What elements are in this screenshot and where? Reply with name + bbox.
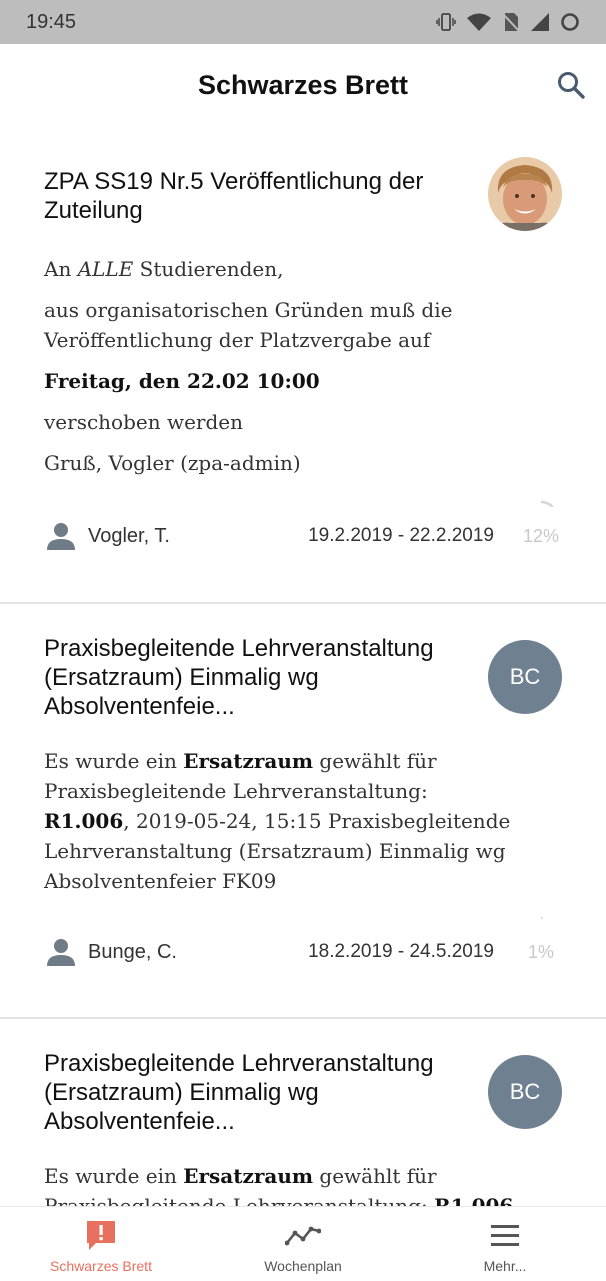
bulletin-feed[interactable]: ZPA SS19 Nr.5 Veröffentlichung der Zutei… (0, 132, 606, 1206)
body-text: Es wurde ein (44, 1164, 184, 1188)
person-icon (47, 939, 75, 966)
post-paragraph: Es wurde ein Ersatzraum gewählt für Prax… (44, 1161, 514, 1206)
status-time: 19:45 (26, 10, 77, 33)
post-paragraph: Freitag, den 22.02 10:00 (44, 366, 514, 396)
nav-item-wochenplan[interactable]: Wochenplan (202, 1207, 404, 1281)
body-text: Es wurde ein (44, 749, 184, 773)
status-bar: 19:45 (0, 0, 606, 44)
app-bar: Schwarzes Brett (0, 44, 606, 132)
nav-label: Wochenplan (264, 1258, 342, 1274)
post-meta: Bunge, C. 18.2.2019 - 24.5.2019 1% (44, 916, 562, 972)
wifi-icon (467, 13, 491, 31)
progress-label: 12% (522, 526, 560, 546)
body-bold: R1.006 (44, 809, 124, 833)
menu-icon (491, 1225, 519, 1246)
post-card[interactable]: Praxisbegleitende Lehrveranstaltung (Ers… (0, 604, 606, 1019)
post-paragraph: Gruß, Vogler (zpa-admin) (44, 451, 301, 475)
body-bold: Ersatzraum (183, 1164, 314, 1188)
body-text: Studierenden, (133, 257, 284, 281)
avatar: BC (488, 1055, 562, 1129)
post-card[interactable]: Praxisbegleitende Lehrveranstaltung (Ers… (0, 1019, 606, 1206)
author-name: Bunge, C. (88, 940, 177, 963)
avatar (488, 157, 562, 231)
post-paragraph: An ALLE Studierenden, (44, 254, 514, 284)
post-body: Es wurde ein Ersatzraum gewählt für Prax… (44, 1161, 514, 1206)
body-text: An (44, 257, 78, 281)
nav-label: Schwarzes Brett (50, 1258, 152, 1274)
body-bold: Freitag, den 22.02 10:00 (44, 369, 320, 393)
alert-message-icon (87, 1221, 115, 1250)
page-title: Schwarzes Brett (197, 70, 409, 100)
post-meta: Vogler, T. 19.2.2019 - 22.2.2019 12% (44, 500, 562, 556)
post-title: ZPA SS19 Nr.5 Veröffentlichung der Zutei… (44, 168, 424, 224)
progress-label: 1% (527, 942, 554, 962)
post-body: An ALLE Studierenden, aus organisatorisc… (44, 254, 514, 489)
person-icon (47, 523, 75, 550)
date-range: 19.2.2019 - 22.2.2019 (308, 525, 494, 546)
no-sim-icon (502, 13, 520, 32)
nav-item-mehr[interactable]: Mehr... (404, 1207, 606, 1281)
search-icon[interactable] (556, 70, 586, 100)
signal-icon (531, 13, 549, 31)
date-range: 18.2.2019 - 24.5.2019 (308, 941, 494, 962)
post-title: Praxisbegleitende Lehrveranstaltung (Ers… (44, 1050, 434, 1135)
progress-indicator: 12% (520, 500, 562, 556)
body-bold: R1.006 (434, 1194, 514, 1206)
sync-icon (561, 13, 579, 31)
post-paragraph: Es wurde ein Ersatzraum gewählt für Prax… (44, 746, 514, 896)
post-paragraph: aus organisatorischen Gründen muß die Ve… (44, 298, 453, 352)
status-icons (436, 12, 580, 32)
nav-item-schwarzes-brett[interactable]: Schwarzes Brett (0, 1207, 202, 1281)
post-title: Praxisbegleitende Lehrveranstaltung (Ers… (44, 635, 434, 720)
body-emphasis: ALLE (77, 257, 134, 281)
trend-line-icon (285, 1226, 321, 1246)
progress-indicator: 1% (520, 916, 562, 972)
post-body: Es wurde ein Ersatzraum gewählt für Prax… (44, 746, 514, 907)
nav-label: Mehr... (483, 1258, 527, 1274)
post-paragraph: verschoben werden (44, 410, 243, 434)
vibrate-icon (436, 13, 456, 31)
body-bold: Ersatzraum (183, 749, 314, 773)
author-name: Vogler, T. (88, 524, 170, 547)
bottom-nav: Schwarzes Brett Wochenplan Mehr... (0, 1206, 606, 1281)
avatar: BC (488, 640, 562, 714)
post-card[interactable]: ZPA SS19 Nr.5 Veröffentlichung der Zutei… (0, 132, 606, 604)
person-photo-icon (488, 157, 562, 231)
